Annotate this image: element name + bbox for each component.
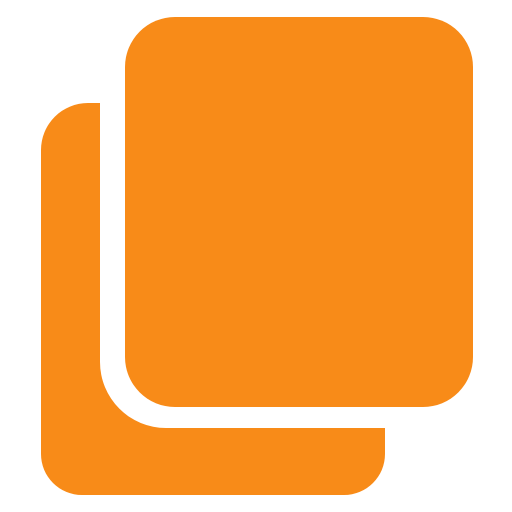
copy-icon-front-sheet bbox=[125, 17, 473, 407]
icon-canvas bbox=[0, 0, 512, 512]
copy-icon bbox=[41, 17, 473, 495]
